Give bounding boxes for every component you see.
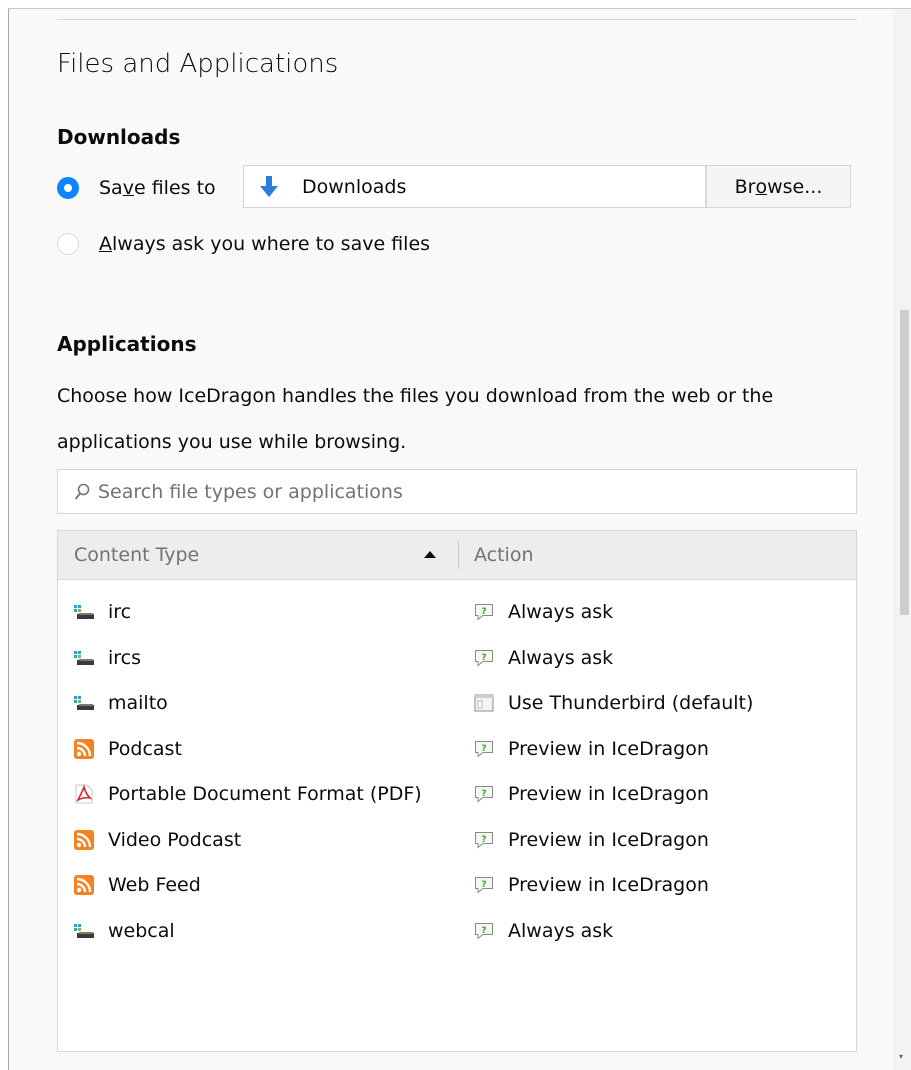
action-cell[interactable]: ? Preview in IceDragon bbox=[474, 862, 709, 908]
svg-text:?: ? bbox=[481, 607, 486, 617]
action-label: Always ask bbox=[508, 646, 614, 669]
svg-text:?: ? bbox=[481, 744, 486, 754]
table-row[interactable]: Web Feed? Preview in IceDragon bbox=[58, 862, 856, 908]
action-cell[interactable]: Use Thunderbird (default) bbox=[474, 680, 753, 726]
applications-description-line1: Choose how IceDragon handles the files y… bbox=[57, 385, 774, 407]
ask-icon: ? bbox=[474, 784, 494, 804]
application-icon bbox=[474, 693, 494, 713]
download-arrow-icon bbox=[258, 175, 288, 199]
action-label: Preview in IceDragon bbox=[508, 737, 709, 760]
table-row[interactable]: irc? Always ask bbox=[58, 589, 856, 635]
content-type-label: webcal bbox=[108, 919, 175, 942]
svg-text:?: ? bbox=[481, 653, 486, 663]
window-frame-left bbox=[0, 0, 9, 1070]
table-row[interactable]: Video Podcast? Preview in IceDragon bbox=[58, 817, 856, 863]
pdf-icon bbox=[74, 784, 94, 804]
always-ask-label[interactable]: Always ask you where to save files bbox=[99, 233, 430, 255]
ask-icon: ? bbox=[474, 602, 494, 622]
page-title: Files and Applications bbox=[57, 49, 339, 79]
table-row[interactable]: webcal? Always ask bbox=[58, 908, 856, 954]
always-ask-radio[interactable] bbox=[57, 233, 79, 255]
action-cell[interactable]: ? Preview in IceDragon bbox=[474, 726, 709, 772]
ask-icon: ? bbox=[474, 921, 494, 941]
search-placeholder: Search file types or applications bbox=[98, 480, 403, 503]
svg-text:?: ? bbox=[481, 880, 486, 890]
action-label: Always ask bbox=[508, 919, 614, 942]
content-type-cell: Web Feed bbox=[74, 862, 201, 908]
content-type-cell: Video Podcast bbox=[74, 817, 241, 863]
feed-icon bbox=[74, 738, 94, 759]
download-folder-field[interactable]: Downloads bbox=[243, 165, 706, 208]
save-files-label[interactable]: Save files to bbox=[99, 177, 216, 199]
feed-icon bbox=[74, 875, 94, 895]
content-type-cell: ircs bbox=[74, 635, 141, 681]
action-label: Preview in IceDragon bbox=[508, 828, 709, 851]
section-divider bbox=[57, 19, 857, 20]
content-type-label: Portable Document Format (PDF) bbox=[108, 783, 422, 805]
applications-description-line2: applications you use while browsing. bbox=[57, 431, 407, 453]
action-label: Always ask bbox=[508, 601, 614, 623]
content-type-label: Video Podcast bbox=[108, 828, 242, 851]
content-type-cell: Podcast bbox=[74, 726, 182, 772]
action-cell[interactable]: ? Always ask bbox=[474, 908, 613, 954]
download-folder-name: Downloads bbox=[302, 175, 407, 198]
network-icon bbox=[74, 648, 94, 668]
network-icon bbox=[74, 921, 94, 941]
feed-icon bbox=[74, 829, 94, 850]
sort-ascending-icon bbox=[424, 551, 436, 558]
ask-icon: ? bbox=[474, 739, 494, 759]
column-separator[interactable] bbox=[458, 541, 459, 569]
network-icon bbox=[74, 693, 94, 713]
applications-table[interactable]: Content Type Action irc? Always ask ircs? A… bbox=[57, 530, 857, 1052]
content-type-label: Podcast bbox=[108, 737, 182, 760]
search-file-types-input[interactable]: Search file types or applications bbox=[57, 469, 857, 514]
window-frame-top bbox=[8, 0, 911, 9]
table-header: Content Type Action bbox=[58, 531, 856, 580]
downloads-heading: Downloads bbox=[57, 125, 181, 149]
content-type-label: Web Feed bbox=[108, 874, 201, 896]
table-row[interactable]: ircs? Always ask bbox=[58, 635, 856, 681]
action-label: Use Thunderbird (default) bbox=[508, 692, 754, 714]
action-cell[interactable]: ? Always ask bbox=[474, 635, 613, 681]
save-files-radio[interactable] bbox=[57, 177, 79, 199]
content-type-label: irc bbox=[108, 601, 132, 623]
action-label: Preview in IceDragon bbox=[508, 874, 709, 896]
action-column-header[interactable]: Action bbox=[474, 531, 534, 579]
ask-icon: ? bbox=[474, 648, 494, 668]
save-files-to-option[interactable]: Save files to bbox=[57, 173, 216, 203]
content-type-label: mailto bbox=[108, 692, 168, 714]
action-cell[interactable]: ? Always ask bbox=[474, 589, 613, 635]
table-row[interactable]: Portable Document Format (PDF)? Preview i… bbox=[58, 771, 856, 817]
content-type-cell: webcal bbox=[74, 908, 175, 954]
content-type-cell: irc bbox=[74, 589, 131, 635]
network-icon bbox=[74, 602, 94, 622]
content-type-cell: Portable Document Format (PDF) bbox=[74, 771, 422, 817]
action-label: Preview in IceDragon bbox=[508, 783, 709, 805]
search-icon bbox=[74, 483, 90, 501]
browse-button[interactable]: Br o wse... bbox=[706, 165, 851, 208]
content-type-label: ircs bbox=[108, 646, 142, 669]
svg-text:?: ? bbox=[481, 926, 486, 936]
scroll-down-arrow-icon[interactable]: ▾ bbox=[899, 1052, 903, 1061]
always-ask-option[interactable]: Always ask you where to save files bbox=[57, 229, 430, 259]
table-row[interactable]: Podcast? Preview in IceDragon bbox=[58, 726, 856, 772]
content-type-cell: mailto bbox=[74, 680, 168, 726]
action-cell[interactable]: ? Preview in IceDragon bbox=[474, 771, 709, 817]
scrollbar-thumb[interactable] bbox=[900, 310, 909, 615]
table-row[interactable]: mailto Use Thunderbird (default) bbox=[58, 680, 856, 726]
svg-text:?: ? bbox=[481, 835, 486, 845]
ask-icon: ? bbox=[474, 875, 494, 895]
action-cell[interactable]: ? Preview in IceDragon bbox=[474, 817, 709, 863]
svg-text:?: ? bbox=[481, 789, 486, 799]
applications-heading: Applications bbox=[57, 332, 197, 356]
content-type-column-header[interactable]: Content Type bbox=[74, 531, 199, 579]
ask-icon: ? bbox=[474, 830, 494, 850]
